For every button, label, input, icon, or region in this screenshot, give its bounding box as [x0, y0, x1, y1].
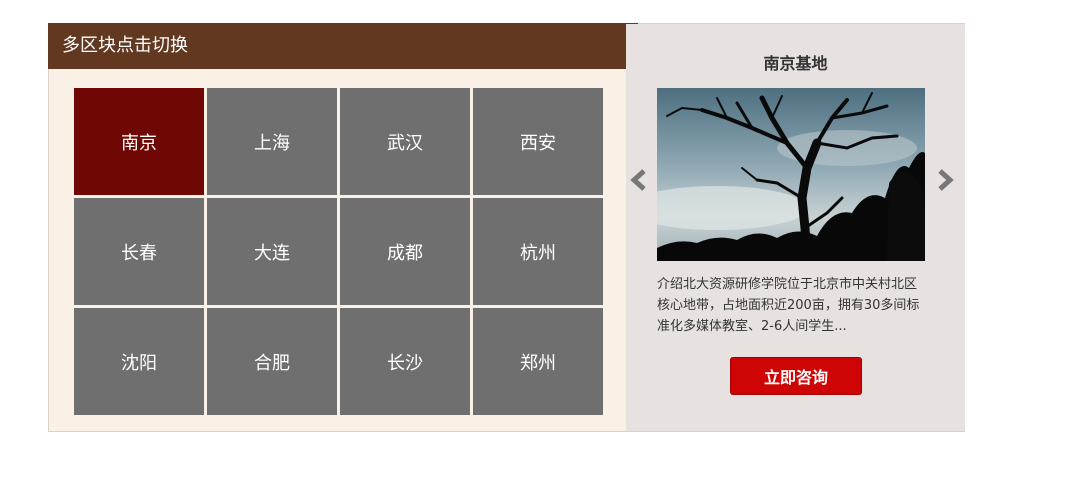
city-tab-zhengzhou[interactable]: 郑州: [473, 308, 603, 415]
city-tab-changsha[interactable]: 长沙: [340, 308, 470, 415]
city-switch-widget: 多区块点击切换 南京 上海 武汉 西安 长春 大连 成都 杭州 沈阳 合肥 长沙…: [48, 23, 965, 432]
city-tab-shanghai[interactable]: 上海: [207, 88, 337, 195]
city-tab-xian[interactable]: 西安: [473, 88, 603, 195]
widget-title: 多区块点击切换: [48, 23, 638, 69]
city-tab-shenyang[interactable]: 沈阳: [74, 308, 204, 415]
chevron-right-icon[interactable]: [933, 168, 957, 192]
city-tab-wuhan[interactable]: 武汉: [340, 88, 470, 195]
city-tab-chengdu[interactable]: 成都: [340, 198, 470, 305]
chevron-left-icon[interactable]: [627, 168, 651, 192]
city-tab-hefei[interactable]: 合肥: [207, 308, 337, 415]
city-tab-changchun[interactable]: 长春: [74, 198, 204, 305]
city-grid: 南京 上海 武汉 西安 长春 大连 成都 杭州 沈阳 合肥 长沙 郑州: [74, 88, 605, 415]
city-tab-nanjing[interactable]: 南京: [74, 88, 204, 195]
panel-title: 南京基地: [763, 54, 828, 73]
panel-description: 介绍北大资源研修学院位于北京市中关村北区核心地带，占地面积近200亩，拥有30多…: [657, 277, 920, 334]
city-tab-dalian[interactable]: 大连: [207, 198, 337, 305]
detail-panel: 南京基地 介绍北大资源研修学院位于北京市中关村北区核心地带，占地面积近200亩，…: [626, 24, 965, 431]
consult-button[interactable]: 立即咨询: [730, 357, 862, 395]
city-tab-hangzhou[interactable]: 杭州: [473, 198, 603, 305]
base-photo: [657, 88, 925, 261]
